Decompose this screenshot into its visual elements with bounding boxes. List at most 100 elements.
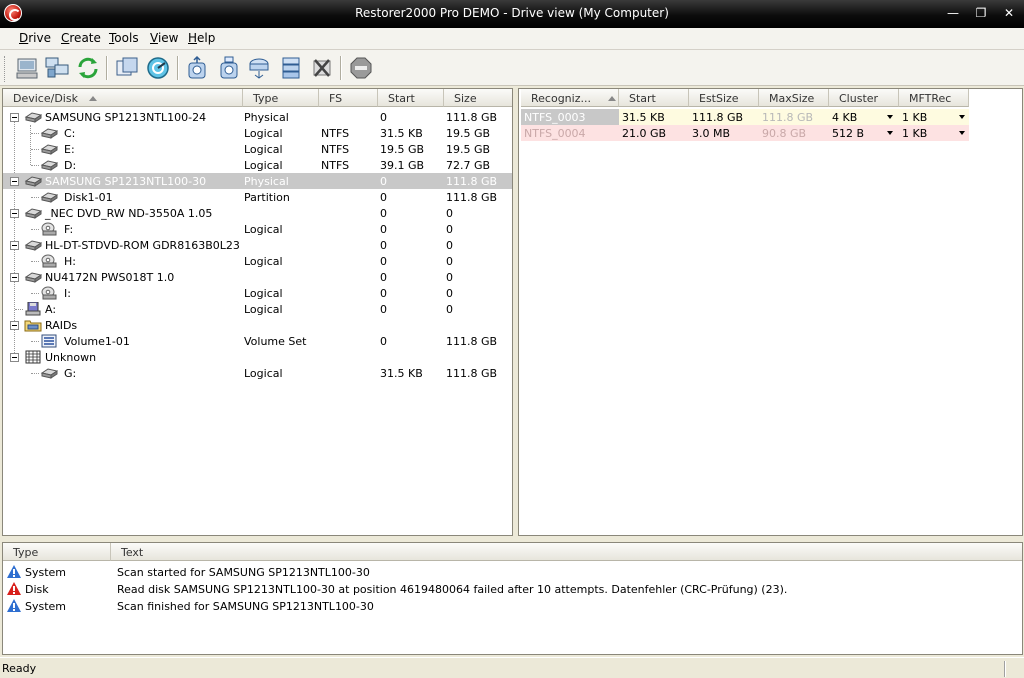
device-tree-item[interactable]: _NEC DVD_RW ND-3550A 1.05 0 0	[3, 205, 512, 221]
hard-disk-icon	[40, 366, 59, 380]
close-button[interactable]: ✕	[995, 4, 1023, 22]
scan-icon[interactable]	[145, 55, 171, 81]
device-tree-item[interactable]: HL-DT-STDVD-ROM GDR8163B0L23 0 0	[3, 237, 512, 253]
device-size: 0	[446, 223, 453, 236]
dropdown-arrow-icon[interactable]	[959, 131, 965, 135]
device-start: 0	[380, 111, 387, 124]
device-tree-child-item[interactable]: E: Logical NTFS 19.5 GB 19.5 GB	[3, 141, 512, 157]
device-start: 0	[380, 271, 387, 284]
column-header-fs[interactable]: FS	[319, 89, 378, 107]
device-tree-panel[interactable]: Device/Disk Type FS Start Size SAMSUNG S…	[2, 88, 513, 536]
column-header-log-text[interactable]: Text	[111, 543, 1022, 561]
column-header-start[interactable]: Start	[378, 89, 444, 107]
mftrec-select[interactable]: 1 KB	[899, 109, 969, 125]
network-icon[interactable]	[44, 55, 70, 81]
refresh-icon[interactable]	[75, 55, 101, 81]
column-header-size[interactable]: Size	[444, 89, 512, 107]
column-header-start[interactable]: Start	[619, 89, 689, 107]
device-tree-child-item[interactable]: C: Logical NTFS 31.5 KB 19.5 GB	[3, 125, 512, 141]
device-size: 19.5 GB	[446, 127, 491, 140]
recognized-estsize: 3.0 MB	[689, 125, 759, 141]
copy-disk-icon[interactable]	[114, 55, 140, 81]
device-tree-item[interactable]: SAMSUNG SP1213NTL100-30 Physical 0 111.8 GB	[3, 173, 512, 189]
collapse-toggle-icon[interactable]	[10, 177, 19, 186]
toolbar-grip[interactable]	[4, 56, 7, 82]
device-tree-child-item[interactable]: Disk1-01 Partition 0 111.8 GB	[3, 189, 512, 205]
computer-icon[interactable]	[14, 55, 40, 81]
log-type: System	[25, 566, 67, 579]
device-type: Physical	[244, 111, 289, 124]
menu-create[interactable]: Create	[61, 31, 101, 45]
hard-disk-icon	[24, 174, 43, 188]
device-tree-item[interactable]: A: Logical 0 0	[3, 301, 512, 317]
column-header-estsize[interactable]: EstSize	[689, 89, 759, 107]
device-size: 111.8 GB	[446, 111, 498, 124]
log-row[interactable]: System Scan finished for SAMSUNG SP1213NT…	[3, 598, 1022, 615]
recognized-row[interactable]: NTFS_0003 31.5 KB 111.8 GB 111.8 GB 4 KB…	[519, 109, 969, 125]
device-tree-item[interactable]: Unknown	[3, 349, 512, 365]
device-tree-item[interactable]: RAIDs	[3, 317, 512, 333]
device-tree-child-item[interactable]: D: Logical NTFS 39.1 GB 72.7 GB	[3, 157, 512, 173]
device-name: NU4172N PWS018T 1.0	[45, 271, 175, 284]
column-header-mftrec[interactable]: MFTRec	[899, 89, 969, 107]
device-tree-item[interactable]: SAMSUNG SP1213NTL100-24 Physical 0 111.8 GB	[3, 109, 512, 125]
log-panel[interactable]: Type Text System Scan started for SAMSUNG…	[2, 542, 1023, 655]
device-size: 0	[446, 271, 453, 284]
collapse-toggle-icon[interactable]	[10, 321, 19, 330]
device-fs: NTFS	[321, 143, 350, 156]
log-row[interactable]: System Scan started for SAMSUNG SP1213NTL…	[3, 564, 1022, 581]
device-start: 31.5 KB	[380, 367, 423, 380]
device-tree-child-item[interactable]: H: Logical 0 0	[3, 253, 512, 269]
open-drive-icon[interactable]	[184, 55, 210, 81]
column-header-cluster[interactable]: Cluster	[829, 89, 899, 107]
device-start: 0	[380, 335, 387, 348]
device-name: SAMSUNG SP1213NTL100-30	[45, 175, 207, 188]
collapse-toggle-icon[interactable]	[10, 209, 19, 218]
log-row[interactable]: Disk Read disk SAMSUNG SP1213NTL100-30 at…	[3, 581, 1022, 598]
menu-view[interactable]: View	[150, 31, 178, 45]
recognized-maxsize: 90.8 GB	[759, 125, 829, 141]
create-raid-icon[interactable]	[278, 55, 304, 81]
collapse-toggle-icon[interactable]	[10, 113, 19, 122]
column-header-device-label: Device/Disk	[13, 92, 78, 105]
column-header-device[interactable]: Device/Disk	[3, 89, 243, 107]
log-type: Disk	[25, 583, 49, 596]
device-type: Logical	[244, 255, 283, 268]
cluster-select[interactable]: 4 KB	[829, 109, 899, 125]
menu-help[interactable]: Help	[188, 31, 215, 45]
recognized-start: 21.0 GB	[619, 125, 689, 141]
device-tree-child-item[interactable]: Volume1-01 Volume Set 0 111.8 GB	[3, 333, 512, 349]
menu-tools[interactable]: Tools	[109, 31, 139, 45]
device-type: Partition	[244, 191, 290, 204]
minimize-button[interactable]: —	[940, 4, 966, 22]
dropdown-arrow-icon[interactable]	[959, 115, 965, 119]
tree-line	[31, 293, 39, 294]
dropdown-arrow-icon[interactable]	[887, 115, 893, 119]
device-tree-child-item[interactable]: F: Logical 0 0	[3, 221, 512, 237]
menu-drive[interactable]: Drive	[19, 31, 51, 45]
maximize-button[interactable]: ❐	[968, 4, 994, 22]
device-name: HL-DT-STDVD-ROM GDR8163B0L23	[45, 239, 240, 252]
device-size: 111.8 GB	[446, 335, 498, 348]
stop-icon[interactable]	[348, 55, 374, 81]
device-fs: NTFS	[321, 159, 350, 172]
collapse-toggle-icon[interactable]	[10, 273, 19, 282]
device-tree-item[interactable]: NU4172N PWS018T 1.0 0 0	[3, 269, 512, 285]
column-header-log-type[interactable]: Type	[3, 543, 111, 561]
dropdown-arrow-icon[interactable]	[887, 131, 893, 135]
remove-icon[interactable]	[309, 55, 335, 81]
device-tree-child-item[interactable]: I: Logical 0 0	[3, 285, 512, 301]
collapse-toggle-icon[interactable]	[10, 241, 19, 250]
column-header-recognized[interactable]: Recogniz...	[521, 89, 619, 107]
device-tree-child-item[interactable]: G: Logical 31.5 KB 111.8 GB	[3, 365, 512, 381]
create-image-icon[interactable]	[216, 55, 242, 81]
column-header-type[interactable]: Type	[243, 89, 319, 107]
recognized-row[interactable]: NTFS_0004 21.0 GB 3.0 MB 90.8 GB 512 B 1…	[519, 125, 969, 141]
cluster-select[interactable]: 512 B	[829, 125, 899, 141]
mftrec-select[interactable]: 1 KB	[899, 125, 969, 141]
column-header-maxsize[interactable]: MaxSize	[759, 89, 829, 107]
create-region-icon[interactable]	[246, 55, 272, 81]
recognized-panel[interactable]: Recogniz... Start EstSize MaxSize Cluste…	[518, 88, 1023, 536]
title-bar[interactable]: Restorer2000 Pro DEMO - Drive view (My C…	[0, 0, 1024, 28]
collapse-toggle-icon[interactable]	[10, 353, 19, 362]
